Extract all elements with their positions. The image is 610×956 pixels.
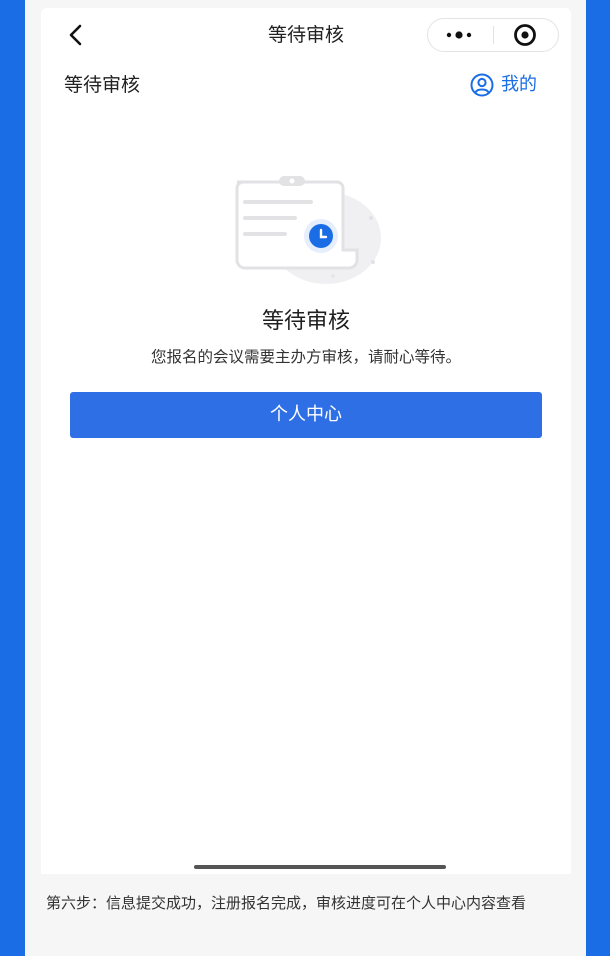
mine-label: 我的 [501, 74, 537, 95]
status-title: 等待审核 [261, 309, 350, 334]
status-description: 您报名的会议需要主办方审核，请耐心等待。 [150, 348, 461, 366]
page-header: 等待审核 我的 [41, 68, 571, 102]
pending-document-clock-icon [221, 168, 391, 288]
chevron-left-icon [69, 24, 82, 46]
close-button[interactable] [494, 19, 558, 51]
page-card: 等待审核 等待审核 我的 等待审核 您报名的会议需要主办方审核，请耐心等待。 个… [25, 0, 586, 956]
navigation-bar: 等待审核 [41, 8, 571, 62]
target-close-icon [514, 24, 536, 46]
mini-program-capsule [427, 18, 559, 52]
more-button[interactable] [428, 19, 492, 51]
mine-link[interactable]: 我的 [467, 68, 551, 102]
personal-center-button[interactable]: 个人中心 [70, 392, 542, 438]
page-title: 等待审核 [64, 74, 141, 96]
more-dots-icon [446, 31, 472, 39]
phone-screen: 等待审核 等待审核 我的 等待审核 您报名的会议需要主办方审核，请耐心等待。 个… [41, 8, 571, 874]
step-caption: 第六步：信息提交成功，注册报名完成，审核进度可在个人中心内容查看 [46, 894, 527, 912]
home-indicator [194, 865, 446, 869]
back-button[interactable] [63, 20, 89, 50]
user-circle-icon [470, 73, 494, 97]
